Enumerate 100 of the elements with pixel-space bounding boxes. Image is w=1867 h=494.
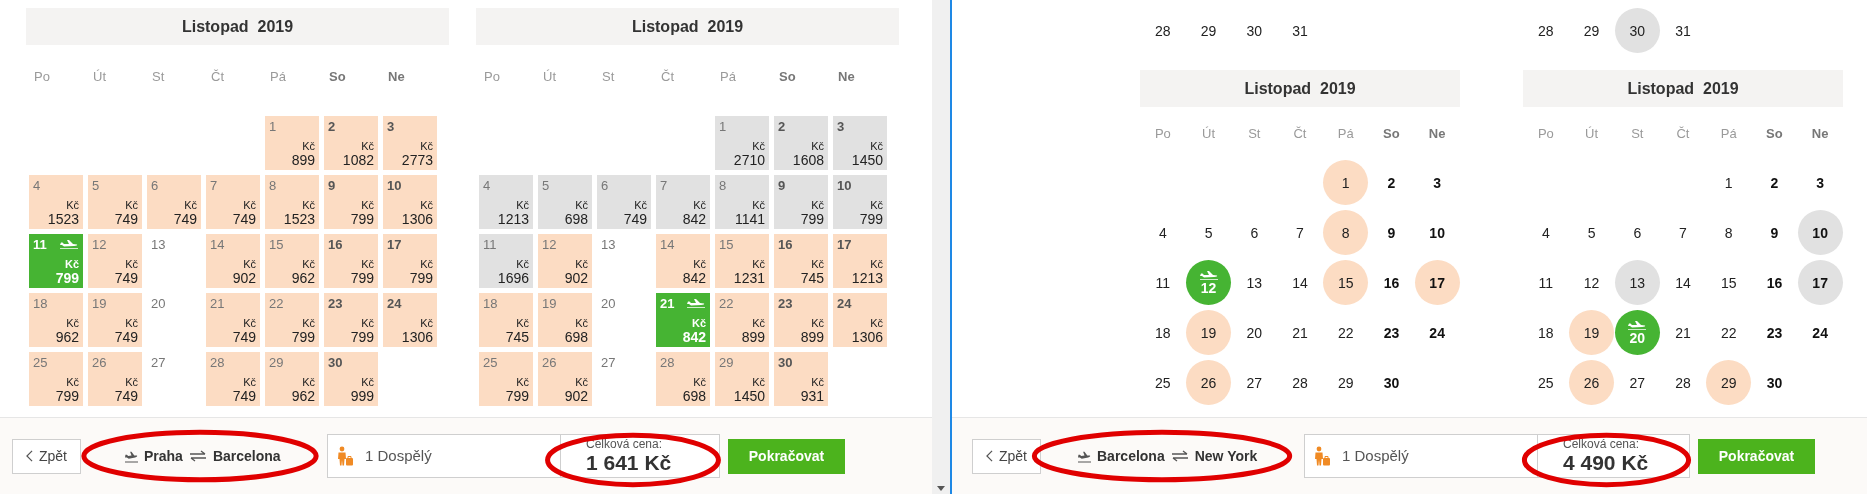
date-cell[interactable]: 18 Kč 962 [29, 293, 83, 347]
date-cell[interactable]: 11 Kč 1696 [479, 234, 533, 288]
date-cell[interactable]: 22 Kč 899 [715, 293, 769, 347]
day-number[interactable]: 14 [1675, 274, 1691, 291]
day-number[interactable]: 27 [1246, 374, 1263, 391]
date-cell[interactable]: 17 Kč 799 [383, 234, 437, 288]
date-cell[interactable]: 8 Kč 1523 [265, 175, 319, 229]
date-cell[interactable]: 9 Kč 799 [774, 175, 828, 229]
date-cell[interactable]: 14 Kč 902 [206, 234, 260, 288]
date-cell[interactable]: 22 Kč 799 [265, 293, 319, 347]
day-number[interactable]: 18 [1155, 324, 1171, 341]
date-cell[interactable]: 21 Kč 749 [206, 293, 260, 347]
date-cell[interactable]: 28 Kč 698 [656, 352, 710, 406]
day-number[interactable]: 31 [1675, 22, 1691, 39]
back-button[interactable]: Zpět [12, 438, 81, 474]
date-cell[interactable]: 15 Kč 962 [265, 234, 319, 288]
date-cell[interactable]: 23 Kč 899 [774, 293, 828, 347]
date-cell[interactable]: 29 Kč 1450 [715, 352, 769, 406]
day-number[interactable]: 27 [1629, 374, 1646, 391]
day-number[interactable]: 16 [1383, 274, 1400, 291]
day-number[interactable]: 24 [1812, 324, 1828, 341]
day-number[interactable]: 23 [1383, 324, 1400, 341]
day-number[interactable]: 21 [1675, 324, 1691, 341]
date-cell[interactable]: 5 Kč 698 [538, 175, 592, 229]
date-cell[interactable]: 30 Kč 999 [324, 352, 378, 406]
day-number[interactable]: 13 [1246, 274, 1263, 291]
day-number[interactable]: 30 [1766, 374, 1783, 391]
day-number[interactable]: 18 [1538, 324, 1554, 341]
date-cell[interactable]: 4 Kč 1523 [29, 175, 83, 229]
day-number[interactable]: 6 [1633, 224, 1642, 241]
date-cell[interactable]: 16 Kč 799 [324, 234, 378, 288]
day-number[interactable]: 28 [1292, 374, 1308, 391]
date-cell[interactable]: 2 Kč 1608 [774, 116, 828, 170]
date-cell[interactable]: 26 Kč 902 [538, 352, 592, 406]
day-number[interactable]: 21 [1292, 324, 1308, 341]
date-cell[interactable]: 1 Kč 899 [265, 116, 319, 170]
day-number[interactable]: 15 [1720, 274, 1737, 291]
date-cell[interactable]: 25 Kč 799 [29, 352, 83, 406]
day-number[interactable]: 3 [1433, 174, 1442, 191]
date-cell[interactable]: 14 Kč 842 [656, 234, 710, 288]
date-cell[interactable]: 3 Kč 2773 [383, 116, 437, 170]
day-number[interactable]: 30 [1383, 374, 1400, 391]
date-cell[interactable]: 6 Kč 749 [597, 175, 651, 229]
passenger-field[interactable]: 1 Dospělý [1304, 434, 1538, 478]
back-button[interactable]: Zpět [972, 438, 1041, 474]
date-cell[interactable]: 9 Kč 799 [324, 175, 378, 229]
day-number[interactable]: 24 [1429, 324, 1445, 341]
date-cell[interactable]: 15 Kč 1231 [715, 234, 769, 288]
date-cell[interactable]: 19 Kč 698 [538, 293, 592, 347]
date-cell[interactable]: 23 Kč 799 [324, 293, 378, 347]
date-cell[interactable]: 25 Kč 799 [479, 352, 533, 406]
day-number[interactable]: 22 [1720, 324, 1737, 341]
date-cell[interactable]: 10 Kč 799 [833, 175, 887, 229]
day-number[interactable]: 29 [1583, 22, 1600, 39]
date-cell[interactable]: 7 Kč 842 [656, 175, 710, 229]
date-cell[interactable]: 16 Kč 745 [774, 234, 828, 288]
day-number[interactable]: 5 [1587, 224, 1596, 241]
date-cell[interactable]: 19 Kč 749 [88, 293, 142, 347]
day-number[interactable]: 28 [1675, 374, 1691, 391]
day-number[interactable]: 7 [1679, 224, 1687, 241]
day-number[interactable]: 9 [1387, 224, 1396, 241]
date-cell[interactable]: 30 Kč 931 [774, 352, 828, 406]
date-cell[interactable]: 18 Kč 745 [479, 293, 533, 347]
date-cell[interactable]: 28 Kč 749 [206, 352, 260, 406]
day-number[interactable]: 4 [1541, 224, 1550, 241]
date-cell[interactable]: 1 Kč 2710 [715, 116, 769, 170]
day-number[interactable]: 5 [1204, 224, 1213, 241]
day-number[interactable]: 29 [1337, 374, 1354, 391]
day-number[interactable]: 3 [1816, 174, 1825, 191]
day-number[interactable]: 9 [1770, 224, 1779, 241]
date-cell[interactable]: 24 Kč 1306 [833, 293, 887, 347]
day-number[interactable]: 2 [1387, 174, 1396, 191]
date-cell[interactable]: 8 Kč 1141 [715, 175, 769, 229]
day-number[interactable]: 10 [1429, 224, 1445, 241]
day-number[interactable]: 14 [1292, 274, 1308, 291]
day-number[interactable]: 25 [1538, 374, 1554, 391]
date-cell[interactable]: 17 Kč 1213 [833, 234, 887, 288]
day-number[interactable]: 20 [1246, 324, 1263, 341]
date-cell[interactable]: 7 Kč 749 [206, 175, 260, 229]
day-number[interactable]: 11 [1538, 274, 1554, 291]
day-number[interactable]: 23 [1766, 324, 1783, 341]
date-cell[interactable]: 4 Kč 1213 [479, 175, 533, 229]
date-cell[interactable]: 10 Kč 1306 [383, 175, 437, 229]
date-cell[interactable]: 3 Kč 1450 [833, 116, 887, 170]
date-cell[interactable]: 6 Kč 749 [147, 175, 201, 229]
day-number[interactable]: 28 [1538, 22, 1554, 39]
date-cell[interactable]: 12 Kč 902 [538, 234, 592, 288]
day-number[interactable]: 16 [1766, 274, 1783, 291]
day-number[interactable]: 25 [1155, 374, 1171, 391]
date-cell[interactable]: 26 Kč 749 [88, 352, 142, 406]
day-number[interactable]: 29 [1200, 22, 1217, 39]
day-number[interactable]: 11 [1155, 274, 1171, 291]
date-cell[interactable]: 5 Kč 749 [88, 175, 142, 229]
day-number[interactable]: 12 [1583, 274, 1600, 291]
date-cell[interactable]: 12 Kč 749 [88, 234, 142, 288]
date-cell[interactable]: 24 Kč 1306 [383, 293, 437, 347]
day-number[interactable]: 28 [1155, 22, 1171, 39]
day-number[interactable]: 8 [1724, 224, 1733, 241]
day-number[interactable]: 4 [1158, 224, 1167, 241]
day-number[interactable]: 1 [1724, 174, 1733, 191]
